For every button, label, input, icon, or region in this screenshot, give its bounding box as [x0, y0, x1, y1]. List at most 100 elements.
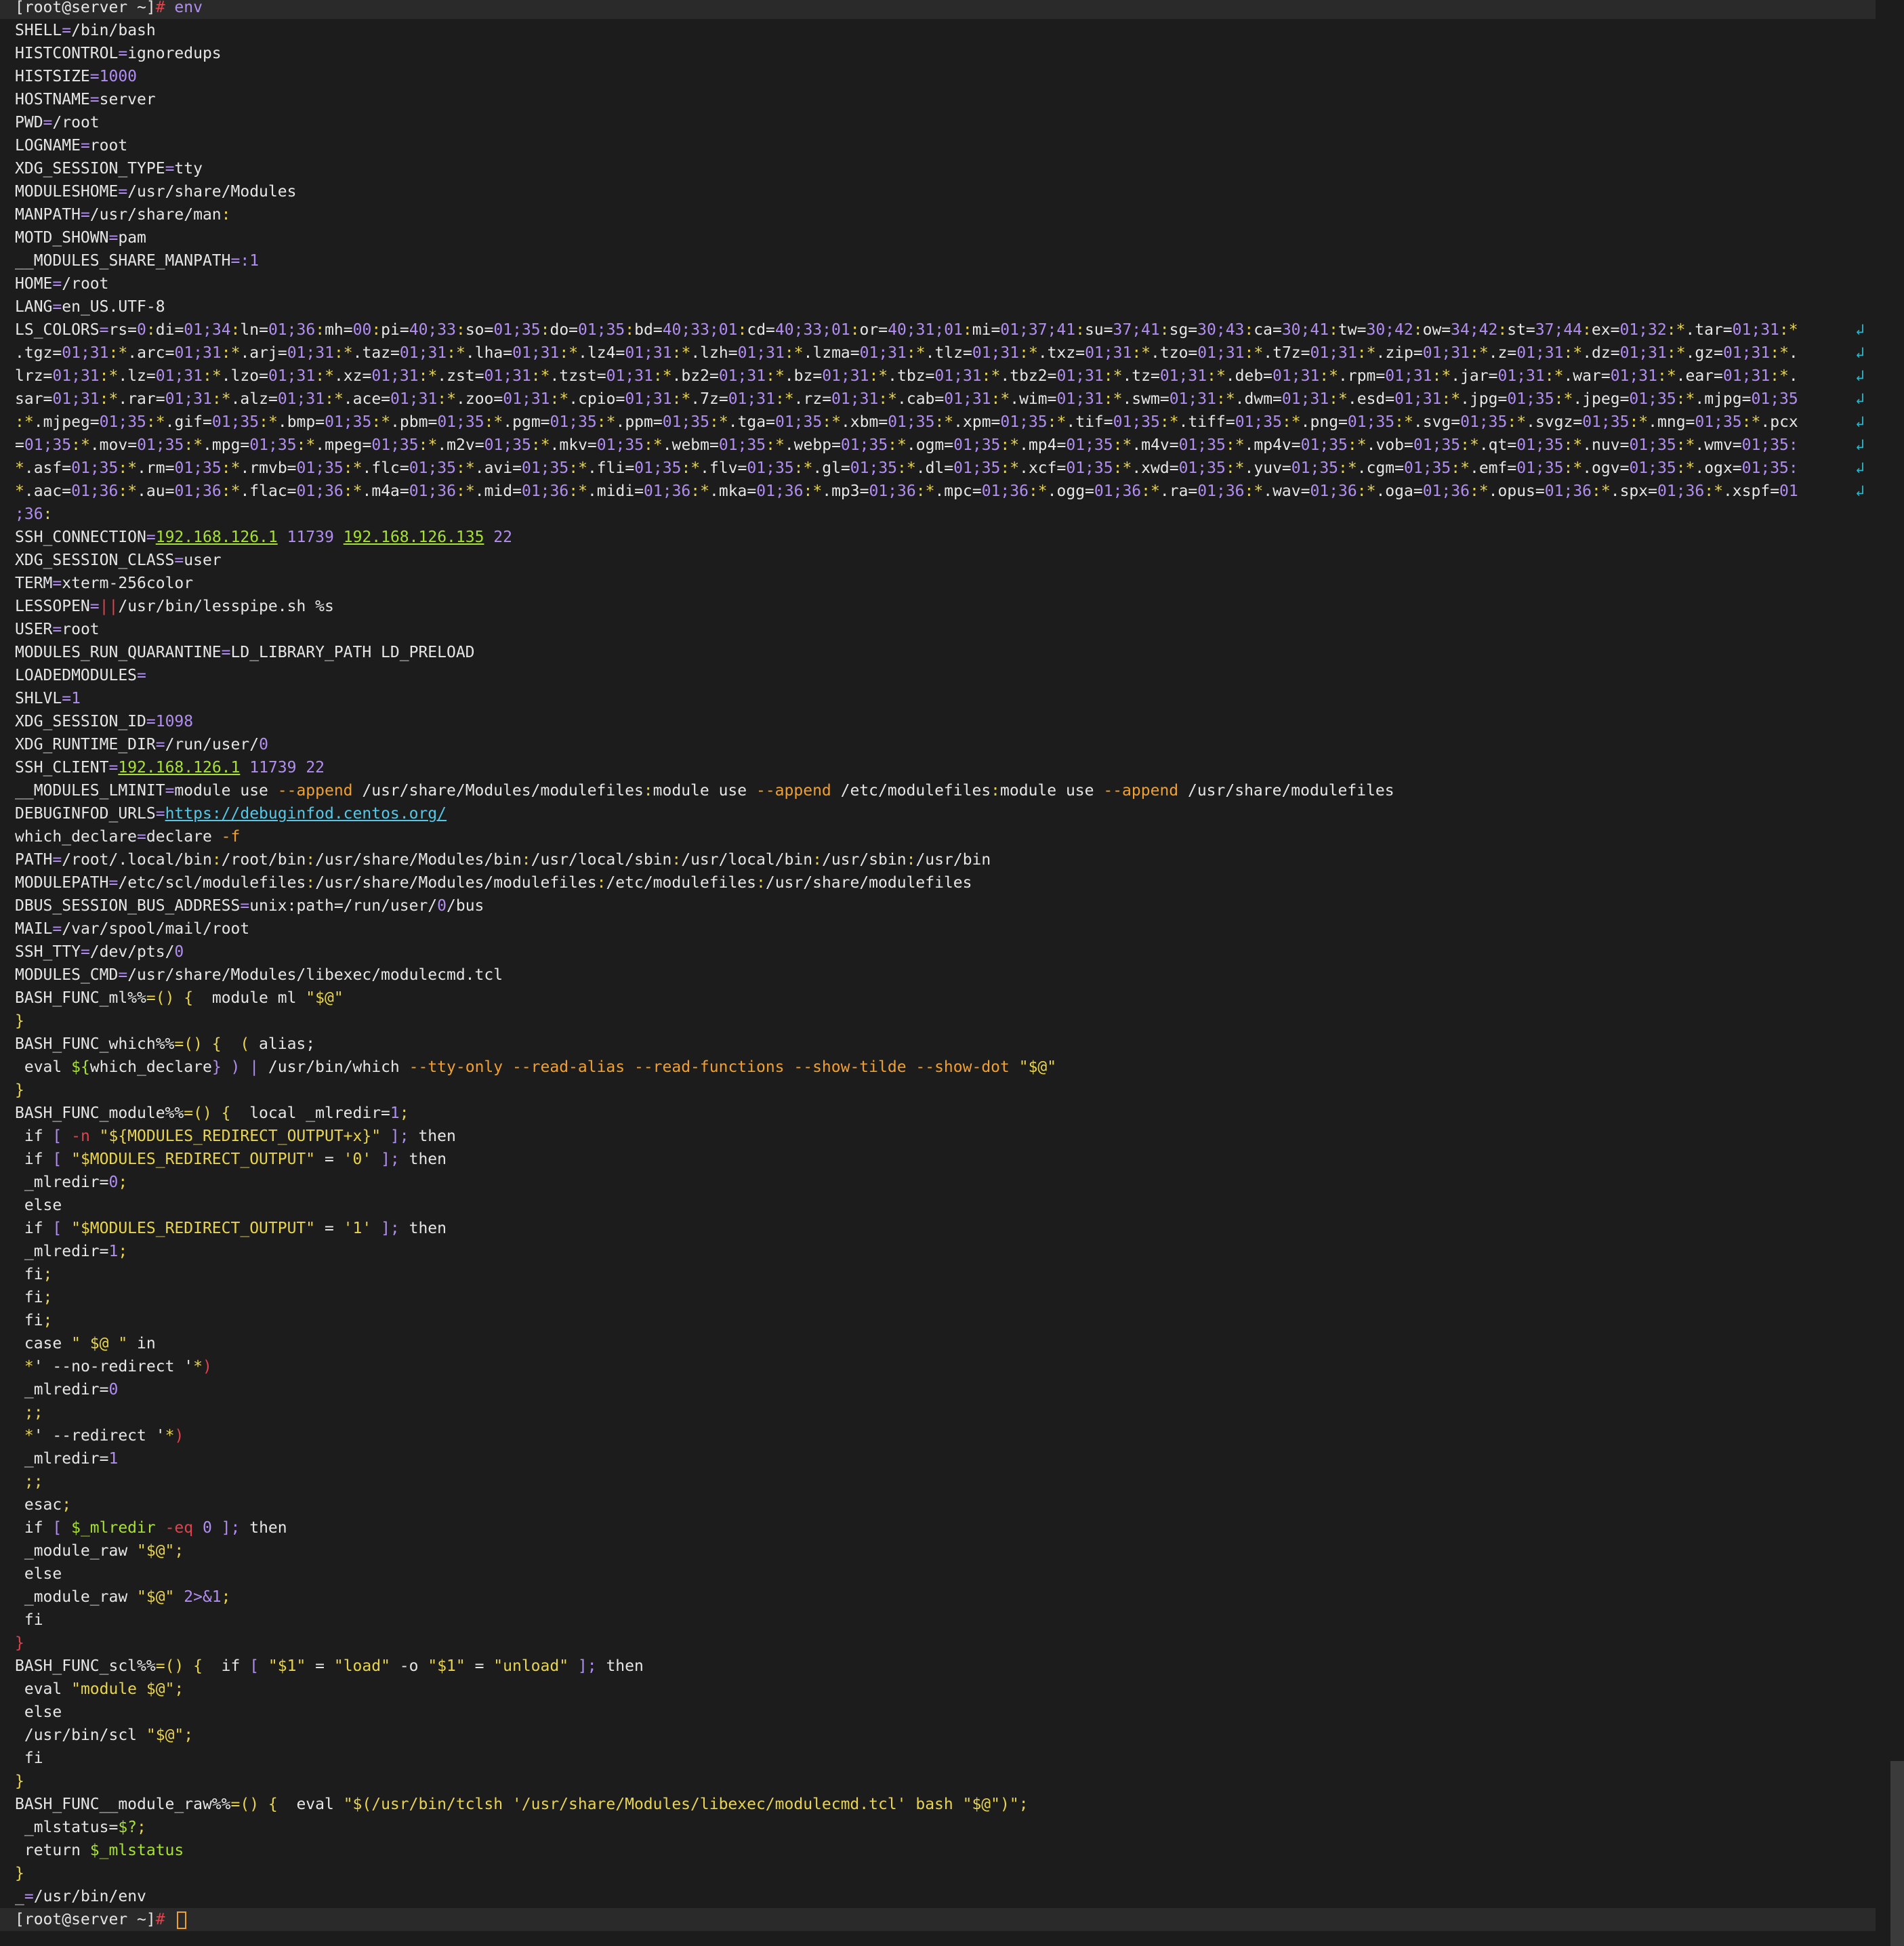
- text-segment: ln=: [240, 321, 268, 339]
- text-segment: -o: [390, 1657, 428, 1675]
- text-segment: 01: [399, 344, 419, 362]
- text-segment: .fli=: [587, 459, 635, 477]
- text-segment: SSH_CLIENT: [15, 759, 109, 777]
- text-segment: .arj=: [240, 344, 287, 362]
- text-segment: :: [1507, 413, 1517, 431]
- text-segment: .svg=: [1413, 413, 1461, 431]
- text-segment: if: [202, 1657, 250, 1675]
- text-segment: :: [315, 367, 325, 385]
- text-segment: 01: [1779, 482, 1798, 500]
- output-line: LOGNAME=root: [0, 134, 1876, 157]
- output-line: *.aac=01;36:*.au=01;36:*.flac=01;36:*.m4…: [0, 480, 1876, 503]
- text-segment: 01: [1291, 459, 1310, 477]
- text-segment: =: [80, 943, 90, 961]
- text-segment: ;36: [287, 321, 316, 339]
- text-segment: .lzma=: [803, 344, 860, 362]
- text-segment: ;35: [1310, 459, 1339, 477]
- text-segment: :: [793, 459, 804, 477]
- output-line: else: [0, 1562, 1876, 1586]
- text-segment: *: [681, 344, 691, 362]
- vertical-scrollbar[interactable]: [1890, 0, 1904, 1946]
- text-segment: :: [447, 344, 457, 362]
- output-line: fi;: [0, 1263, 1876, 1286]
- text-segment: *: [221, 390, 231, 408]
- text-segment: /etc/modulefiles: [831, 782, 991, 800]
- text-segment: 01: [831, 390, 850, 408]
- text-segment: ;31: [1291, 367, 1320, 385]
- text-segment: ;36: [428, 482, 456, 500]
- text-segment: 01: [99, 413, 119, 431]
- text-segment: 01: [1619, 321, 1639, 339]
- text-segment: *: [108, 390, 119, 408]
- url-link[interactable]: https://debuginfod.centos.org/: [165, 805, 447, 823]
- text-segment: else: [15, 1197, 62, 1214]
- output-line: if [ $_mlredir -eq 0 ]; then: [0, 1516, 1876, 1539]
- text-segment: :: [1657, 367, 1667, 385]
- text-segment: XDG_SESSION_CLASS: [15, 552, 175, 569]
- text-segment: :: [1554, 390, 1564, 408]
- output-line: MODULESHOME=/usr/share/Modules: [0, 180, 1876, 203]
- text-segment: :: [118, 482, 128, 500]
- text-segment: .zst=: [437, 367, 484, 385]
- text-segment: 34: [1451, 321, 1470, 339]
- text-segment: :: [221, 482, 231, 500]
- text-segment: *: [1676, 344, 1686, 362]
- terminal-window[interactable]: [root@server ~]# env SHELL=/bin/bash HISTC…: [0, 0, 1890, 1946]
- text-segment: 01: [512, 344, 531, 362]
- text-segment: .mpeg=: [315, 436, 372, 454]
- output-line: BASH_FUNC__module_raw%%=() { eval "$(/us…: [0, 1793, 1876, 1816]
- text-segment: ;35: [1366, 413, 1395, 431]
- text-segment: *: [1056, 413, 1067, 431]
- text-segment: :: [766, 367, 775, 385]
- text-segment: 01: [953, 459, 972, 477]
- output-line: fi;: [0, 1286, 1876, 1309]
- text-segment: 01: [296, 482, 316, 500]
- text-segment: /root/bin: [221, 851, 306, 869]
- text-segment: .tlz=: [925, 344, 972, 362]
- text-segment: :: [1432, 367, 1442, 385]
- output-line: return $_mlstatus: [0, 1839, 1876, 1862]
- text-segment: ;31: [306, 344, 334, 362]
- text-segment: :: [1441, 390, 1451, 408]
- text-segment: :: [1244, 344, 1254, 362]
- text-segment: *: [662, 367, 672, 385]
- text-segment: " $@ ": [71, 1335, 128, 1352]
- text-segment: 01: [71, 482, 90, 500]
- text-segment: *: [700, 482, 709, 500]
- output-line: which_declare=declare -f: [0, 825, 1876, 848]
- text-segment: /usr/bin/lesspipe.sh %s: [118, 598, 334, 615]
- text-segment: _: [15, 1888, 24, 1905]
- text-segment: 0: [108, 1174, 119, 1191]
- text-segment: PATH: [15, 851, 53, 869]
- text-segment: or=: [859, 321, 888, 339]
- scrollbar-thumb[interactable]: [1890, 1761, 1904, 1946]
- output-line: HISTSIZE=1000: [0, 65, 1876, 88]
- text-segment: fi: [15, 1312, 43, 1329]
- text-segment: *: [1329, 367, 1339, 385]
- text-cursor: [177, 1911, 187, 1929]
- text-segment: 01: [662, 413, 682, 431]
- text-segment: ;36: [1676, 482, 1705, 500]
- text-segment: *: [1113, 367, 1123, 385]
- text-segment: 01: [756, 482, 775, 500]
- text-segment: tty: [174, 160, 203, 178]
- text-segment: ;35: [1085, 459, 1113, 477]
- text-segment: 192.168.126.1: [155, 529, 278, 546]
- text-segment: .emf=: [1469, 459, 1517, 477]
- text-segment: :: [306, 874, 316, 892]
- text-segment: 01: [1178, 436, 1198, 454]
- text-segment: *: [1751, 413, 1761, 431]
- text-segment: ;36: [15, 505, 43, 523]
- text-segment: ;31: [503, 367, 531, 385]
- text-segment: :: [1216, 390, 1226, 408]
- text-segment: 01: [850, 459, 869, 477]
- text-segment: *: [1291, 413, 1301, 431]
- text-segment: 01: [606, 367, 625, 385]
- text-segment: which_declare: [15, 828, 138, 846]
- text-segment: *: [1141, 344, 1151, 362]
- text-segment: ${: [71, 1058, 90, 1076]
- text-segment: ;31: [747, 390, 775, 408]
- text-segment: *: [888, 390, 898, 408]
- text-segment: *: [653, 436, 663, 454]
- text-segment: :: [934, 413, 945, 431]
